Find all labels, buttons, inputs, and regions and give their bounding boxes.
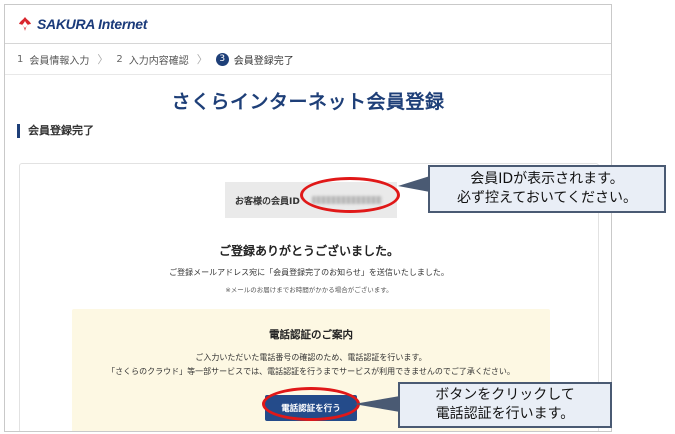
sakura-flower-icon	[17, 16, 33, 32]
member-id-label: お客様の会員ID	[235, 196, 300, 207]
callout-member-id-line1: 会員IDが表示されます。	[470, 171, 624, 187]
phone-verification-text-2: 「さくらのクラウド」等一部サービスでは、電話認証を行うまでサービスが利用できませ…	[107, 367, 515, 376]
highlight-ring-member-id	[300, 177, 400, 213]
callout-verify-button-line2: 電話認証を行います。	[435, 406, 575, 422]
step-3-current: 3 会員登録完了	[215, 52, 294, 67]
step-number: 1	[17, 53, 24, 65]
site-header: SAKURA Internet	[5, 5, 611, 44]
section-heading: 会員登録完了	[17, 124, 611, 138]
page-title: さくらインターネット会員登録	[171, 91, 445, 113]
step-number: 3	[215, 52, 229, 66]
browser-page: SAKURA Internet 1 会員情報入力 〉 2 入力内容確認 〉 3 …	[4, 4, 612, 432]
phone-verification-title: 電話認証のご案内	[269, 329, 353, 341]
callout-verify-button-line1: ボタンをクリックして	[435, 387, 575, 403]
mail-note: ※メールのお届けまでお時間がかかる場合がございます。	[225, 286, 393, 294]
step-label: 会員情報入力	[29, 55, 90, 67]
chevron-right-icon: 〉	[196, 53, 208, 66]
thanks-message: ご登録ありがとうございました。	[218, 244, 399, 258]
sent-message: ご登録メールアドレス宛に「会員登録完了のお知らせ」を送信いたしました。	[169, 268, 449, 277]
chevron-right-icon: 〉	[97, 53, 109, 66]
callout-verify-button: ボタンをクリックして 電話認証を行います。	[398, 382, 612, 428]
highlight-ring-verify-button	[262, 387, 360, 421]
step-label: 入力内容確認	[128, 55, 189, 67]
step-label: 会員登録完了	[233, 55, 294, 67]
logo-text[interactable]: SAKURA Internet	[37, 16, 147, 32]
callout-member-id: 会員IDが表示されます。 必ず控えておいてください。	[428, 165, 666, 213]
step-number: 2	[116, 53, 123, 65]
progress-steps: 1 会員情報入力 〉 2 入力内容確認 〉 3 会員登録完了	[5, 44, 611, 75]
phone-verification-text-1: ご入力いただいた電話番号の確認のため、電話認証を行います。	[195, 353, 427, 362]
callout-member-id-line2: 必ず控えておいてください。	[456, 190, 638, 206]
step-2: 2 入力内容確認 〉	[116, 51, 215, 67]
step-1: 1 会員情報入力 〉	[17, 51, 116, 67]
